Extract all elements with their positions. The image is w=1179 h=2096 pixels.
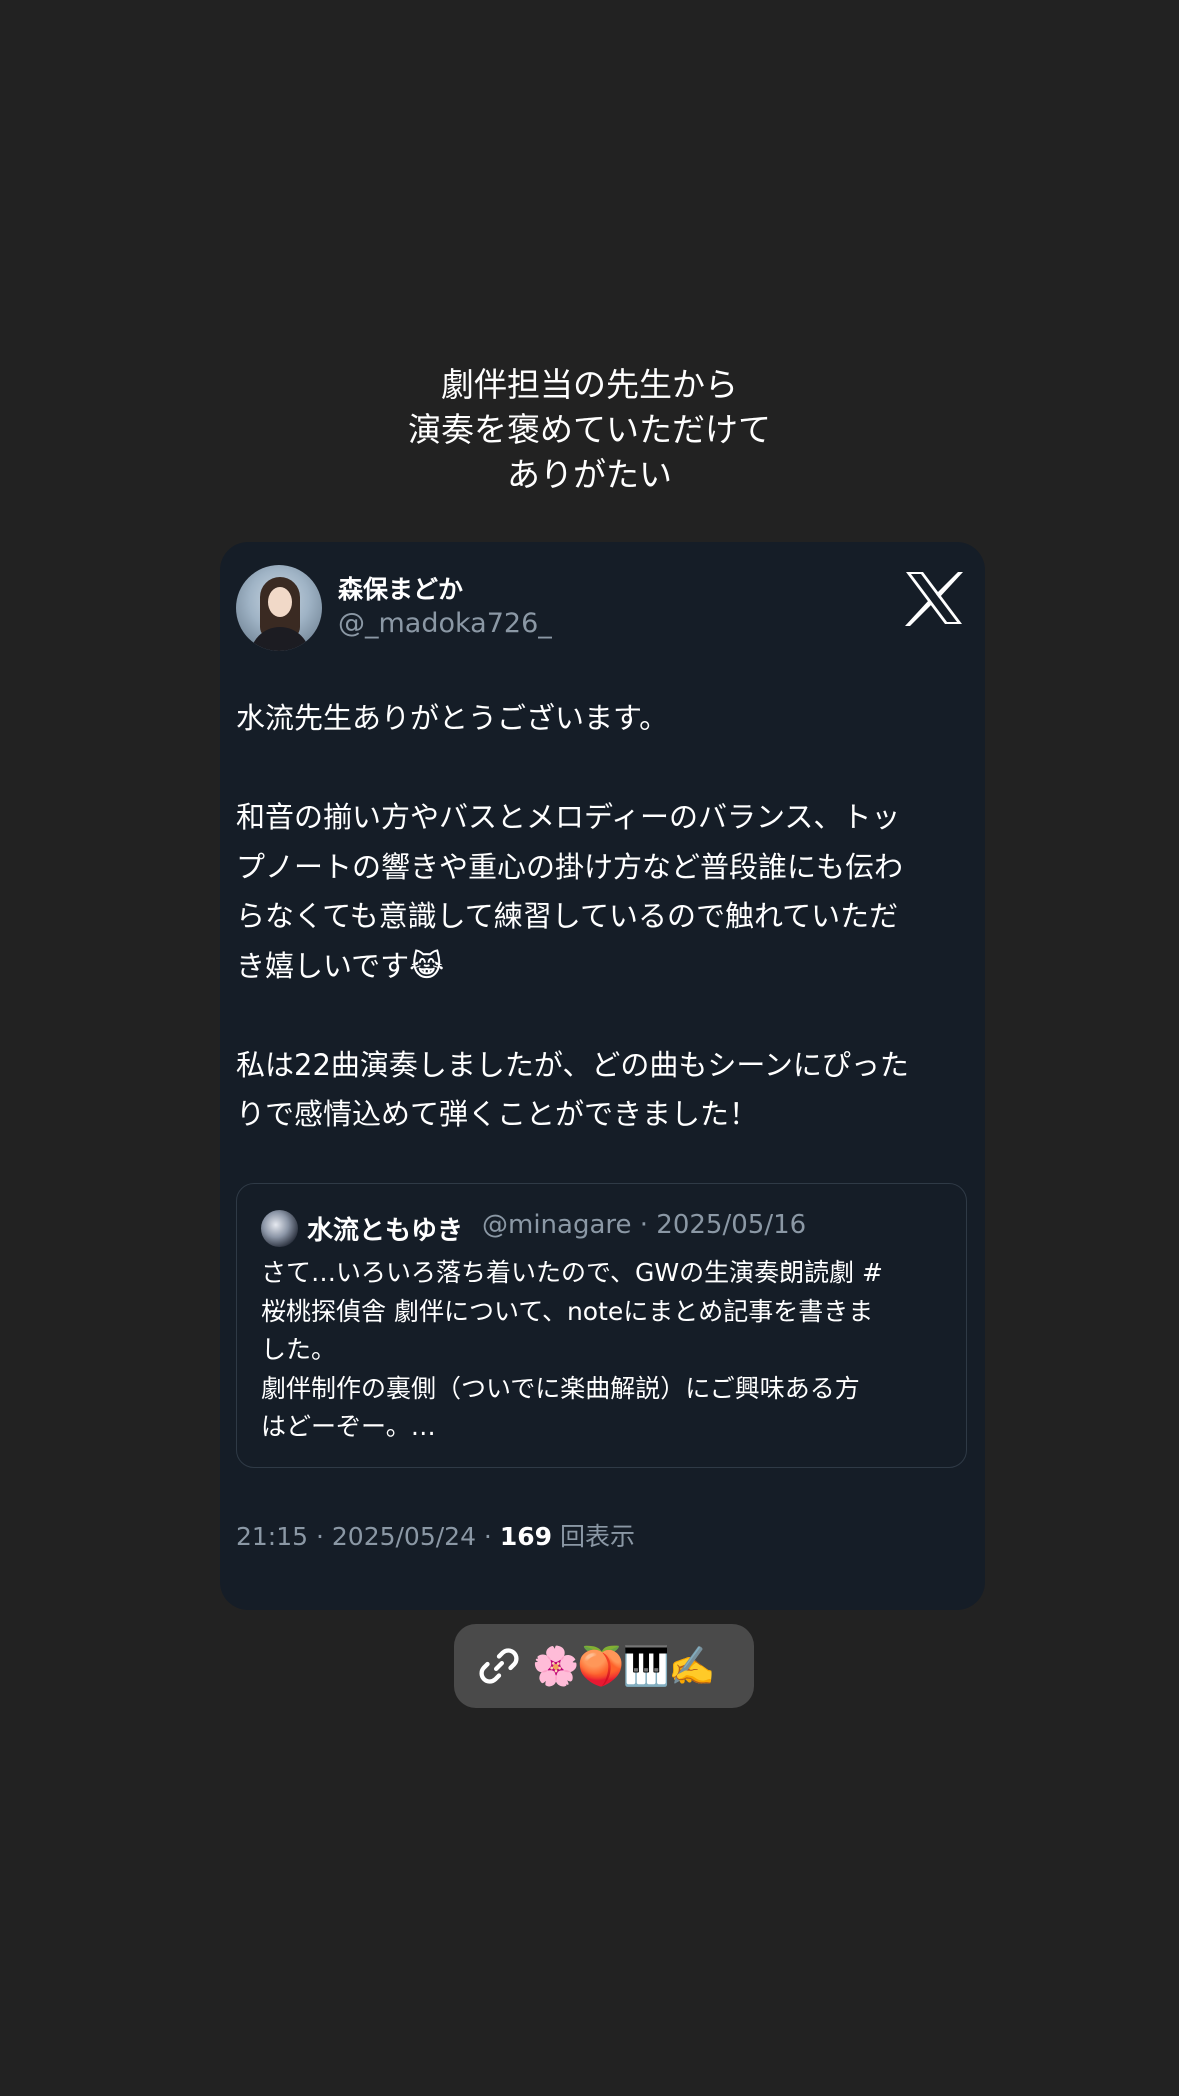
user-name: 森保まどか bbox=[338, 575, 464, 604]
quoted-handle-date: @minagare · 2025/05/16 bbox=[482, 1210, 807, 1240]
quoted-avatar bbox=[261, 1210, 298, 1247]
quoted-line-5: はどーぞー。… bbox=[261, 1412, 436, 1441]
post-paragraph-2-line-3: らなくても意識して練習しているので触れていただ bbox=[236, 899, 899, 933]
post-paragraph-1: 水流先生ありがとうございます。 bbox=[236, 701, 669, 735]
post-paragraph-2-line-4-text: き嬉しいです bbox=[236, 948, 410, 983]
post-paragraph-2-line-1: 和音の揃い方やバスとメロディーのバランス、トッ bbox=[236, 800, 901, 834]
post-footer: 21:15 · 2025/05/24 · 169 回表示 bbox=[236, 1517, 635, 1553]
user-handle: @_madoka726_ bbox=[338, 608, 552, 639]
avatar[interactable] bbox=[236, 565, 322, 651]
x-logo-icon bbox=[905, 572, 963, 626]
view-count: 169 bbox=[499, 1522, 553, 1551]
quoted-text: さて…いろいろ落ち着いたので、GWの生演奏朗読劇 # 桜桃探偵舎 劇伴について、… bbox=[261, 1254, 951, 1447]
link-sticker[interactable]: 🌸🍑🎹✍️ bbox=[454, 1624, 754, 1708]
post-paragraph-3-line-2: りで感情込めて弾くことができました！ bbox=[236, 1097, 759, 1131]
caption-line-3: ありがたい bbox=[507, 455, 672, 494]
post-paragraph-2-line-4: き嬉しいです😹 bbox=[236, 942, 971, 992]
quoted-post[interactable]: 水流ともゆき @minagare · 2025/05/16 さて…いろいろ落ち着… bbox=[236, 1183, 967, 1468]
quoted-line-3: した。 bbox=[261, 1335, 337, 1364]
post-paragraph-2-line-2: プノートの響きや重心の掛け方など普段誰にも伝わ bbox=[236, 849, 904, 884]
post-paragraph-3-line-1: 私は22曲演奏しましたが、どの曲もシーンにぴった bbox=[236, 1047, 909, 1082]
link-sticker-emojis: 🌸🍑🎹✍️ bbox=[532, 1644, 715, 1688]
quoted-line-4: 劇伴制作の裏側（ついでに楽曲解説）にご興味ある方 bbox=[261, 1373, 860, 1403]
quoted-user-name: 水流ともゆき bbox=[307, 1216, 464, 1246]
caption-line-1: 劇伴担当の先生から bbox=[441, 365, 738, 404]
link-icon bbox=[479, 1648, 519, 1684]
caption-line-2: 演奏を褒めていただけて bbox=[408, 410, 771, 449]
quoted-line-2: 桜桃探偵舎 劇伴について、noteにまとめ記事を書きま bbox=[261, 1296, 874, 1326]
crying-cat-emoji-icon: 😹 bbox=[409, 948, 445, 984]
quoted-line-1: さて…いろいろ落ち着いたので、GWの生演奏朗読劇 # bbox=[261, 1258, 883, 1287]
view-count-label: 回表示 bbox=[552, 1522, 635, 1551]
story-caption: 劇伴担当の先生から 演奏を褒めていただけて ありがたい bbox=[0, 362, 1179, 497]
post-card[interactable]: 森保まどか @_madoka726_ 水流先生ありがとうございます。 和音の揃い… bbox=[220, 542, 985, 1610]
post-timestamp: 21:15 · 2025/05/24 · bbox=[236, 1522, 500, 1551]
post-text: 水流先生ありがとうございます。 和音の揃い方やバスとメロディーのバランス、トッ … bbox=[236, 694, 971, 1140]
